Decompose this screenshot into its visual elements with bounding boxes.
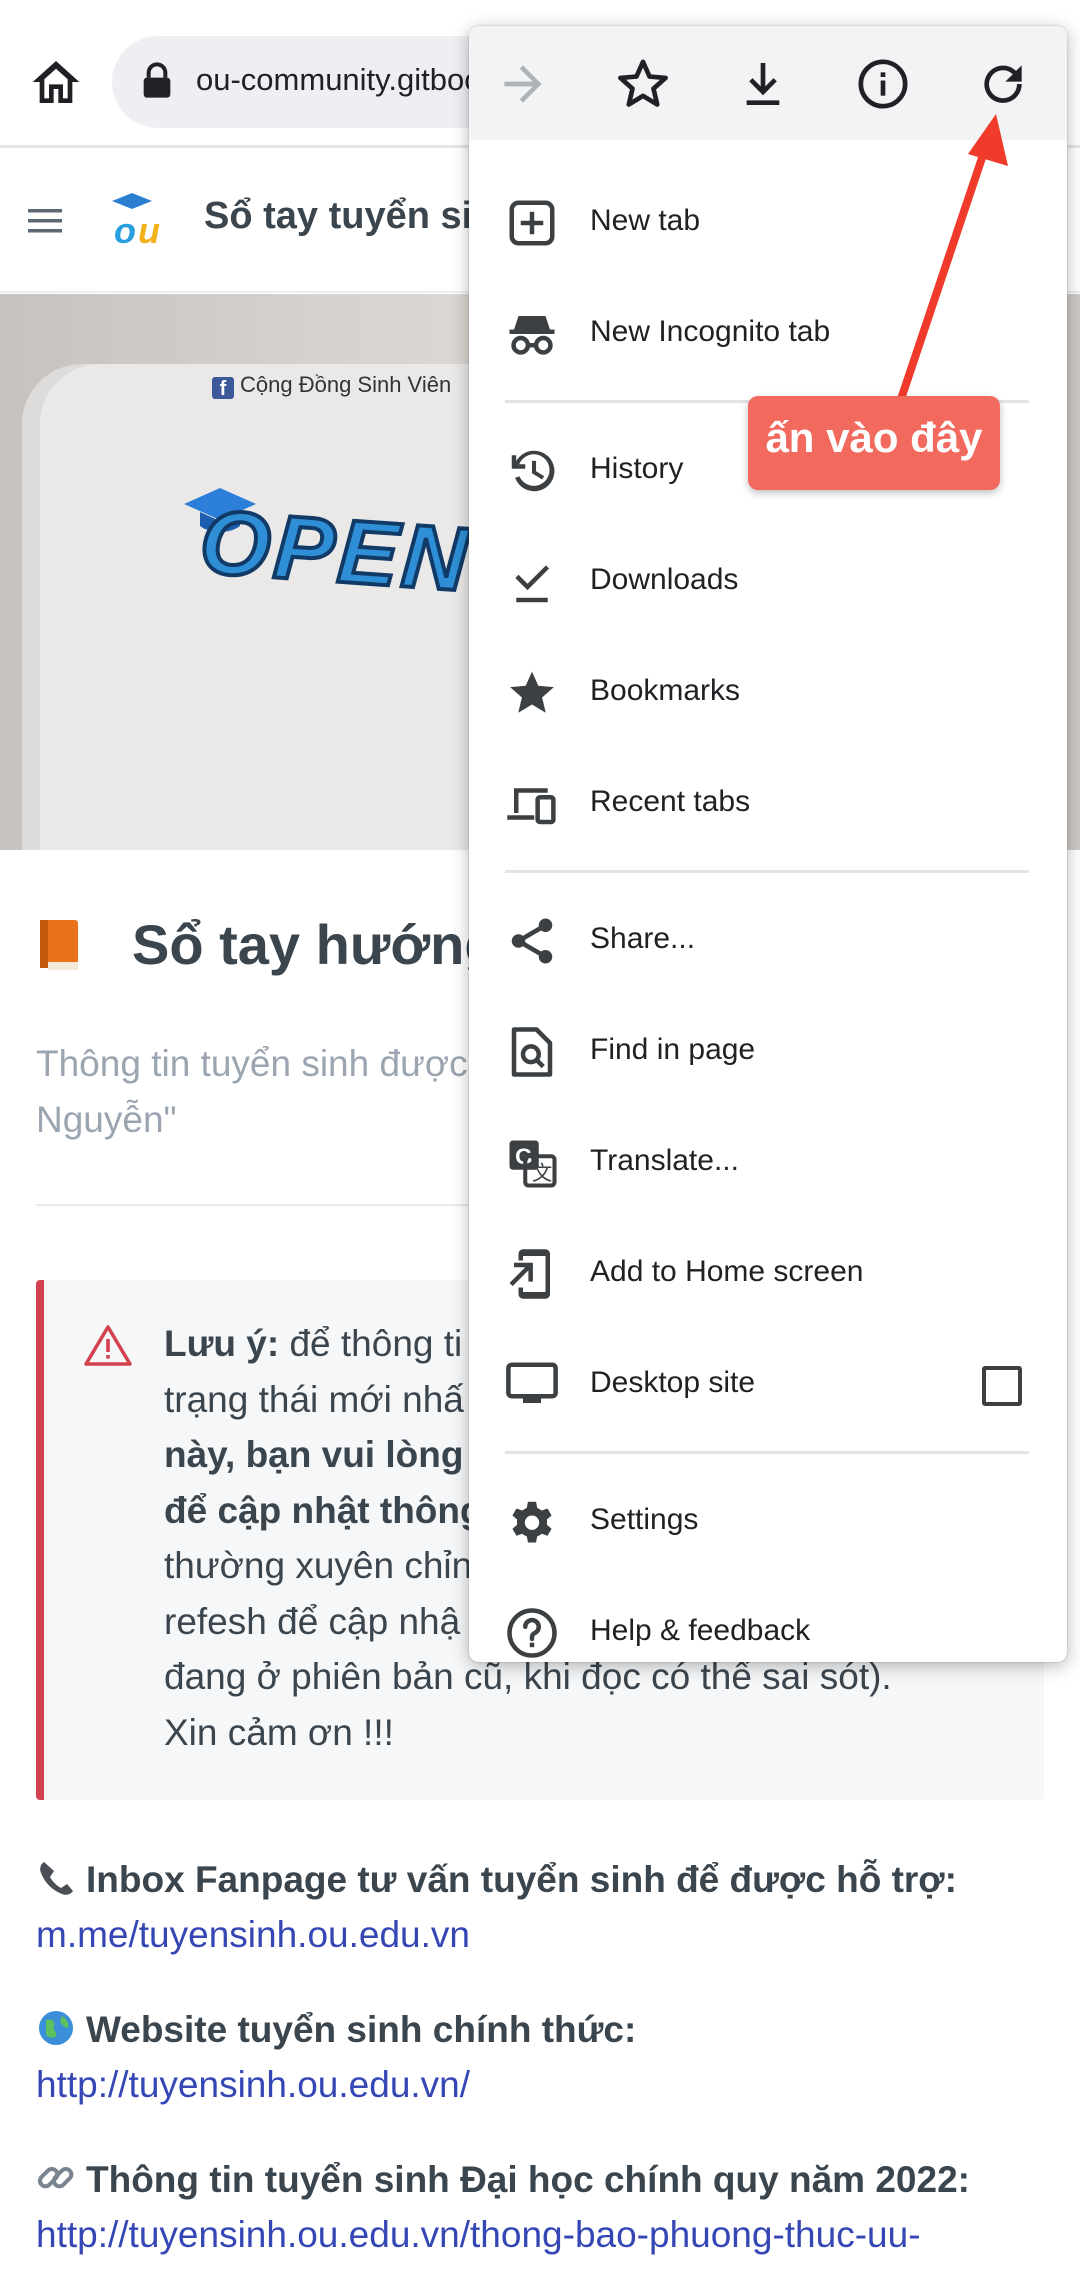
downloads-icon: [505, 555, 559, 609]
annotation-callout: ấn vào đây: [748, 396, 1000, 490]
svg-text:o: o: [114, 210, 136, 247]
admission-link[interactable]: http://tuyensinh.ou.edu.vn/thong-bao-phu…: [36, 2207, 1046, 2262]
menu-item-label: New tab: [590, 204, 701, 237]
annotation-callout-text: ấn vào đây: [765, 414, 983, 461]
info-block-website: Website tuyển sinh chính thức: http://tu…: [36, 2002, 1046, 2112]
menu-item-settings[interactable]: Settings: [469, 1467, 1067, 1577]
menu-item-label: New Incognito tab: [590, 315, 831, 348]
menu-item-recent-tabs[interactable]: Recent tabs: [469, 749, 1067, 859]
menu-item-label: Recent tabs: [590, 785, 751, 818]
warning-label: Lưu ý:: [164, 1323, 280, 1364]
info-block-fanpage: Inbox Fanpage tư vấn tuyển sinh để được …: [36, 1852, 1046, 1962]
recent-tabs-icon: [505, 777, 559, 831]
menu-item-bookmarks[interactable]: Bookmarks: [469, 638, 1067, 748]
fanpage-link[interactable]: m.me/tuyensinh.ou.edu.vn: [36, 1907, 1046, 1962]
alert-line: để thông ti: [279, 1323, 463, 1364]
add-to-home-icon: [505, 1247, 559, 1301]
menu-item-downloads[interactable]: Downloads: [469, 527, 1067, 637]
translate-icon: G文: [505, 1136, 559, 1190]
share-icon: [505, 914, 559, 968]
incognito-icon: [505, 307, 559, 361]
menu-item-label: Settings: [590, 1503, 699, 1536]
menu-item-add-to-home-screen[interactable]: Add to Home screen: [469, 1219, 1067, 1329]
menu-item-label: Share...: [590, 922, 696, 955]
alert-bold-line: để cập nhật thông: [164, 1489, 483, 1531]
globe-icon: [36, 2008, 76, 2048]
desktop-icon: [505, 1358, 559, 1412]
menu-item-share[interactable]: Share...: [469, 886, 1067, 996]
menu-item-label: Translate...: [590, 1144, 739, 1177]
info-block-admission: Thông tin tuyển sinh Đại học chính quy n…: [36, 2152, 1046, 2262]
annotation-arrow: [880, 100, 1030, 420]
history-icon: [505, 444, 559, 498]
menu-item-help-feedback[interactable]: Help & feedback: [469, 1578, 1067, 1662]
menu-item-label: Find in page: [590, 1033, 756, 1066]
lock-icon: [142, 62, 178, 102]
settings-icon: [505, 1495, 559, 1549]
menu-item-find-in-page[interactable]: Find in page: [469, 997, 1067, 1107]
menu-divider: [505, 1451, 1029, 1454]
new-tab-icon: [505, 196, 559, 250]
menu-item-desktop-site[interactable]: Desktop site: [469, 1330, 1067, 1440]
website-link[interactable]: http://tuyensinh.ou.edu.vn/: [36, 2057, 1046, 2112]
svg-text:文: 文: [532, 1161, 552, 1185]
menu-item-label: Help & feedback: [590, 1614, 811, 1647]
menu-divider: [505, 870, 1029, 873]
alert-line: Xin cảm ơn !!!: [164, 1711, 394, 1753]
menu-item-translate[interactable]: G文 Translate...: [469, 1108, 1067, 1218]
download-icon[interactable]: [735, 56, 791, 112]
menu-item-label: Add to Home screen: [590, 1255, 864, 1288]
menu-item-label: Downloads: [590, 563, 739, 596]
link-icon: [36, 2158, 76, 2198]
cover-facebook-caption: f Cộng Đồng Sinh Viên: [212, 372, 451, 400]
desktop-site-checkbox[interactable]: [982, 1366, 1022, 1406]
phone-icon: [36, 1858, 76, 1898]
find-in-page-icon: [505, 1025, 559, 1079]
menu-item-label: Bookmarks: [590, 674, 741, 707]
hamburger-menu-icon[interactable]: [26, 203, 66, 239]
bookmark-star-icon[interactable]: [615, 56, 671, 112]
help-icon: [505, 1606, 559, 1660]
facebook-icon: f: [212, 377, 234, 400]
alert-bold-line: này, bạn vui lòng: [164, 1434, 464, 1475]
info-heading: Thông tin tuyển sinh Đại học chính quy n…: [36, 2152, 1046, 2207]
info-heading: Inbox Fanpage tư vấn tuyển sinh để được …: [36, 1852, 1046, 1907]
page-title: Sổ tay hướng: [132, 913, 499, 976]
home-icon[interactable]: [28, 54, 84, 110]
info-heading: Website tuyển sinh chính thức:: [36, 2002, 1046, 2057]
site-logo[interactable]: o u: [108, 191, 172, 247]
bookmarks-icon: [505, 666, 559, 720]
menu-item-label: History: [590, 452, 684, 485]
menu-item-label: Desktop site: [590, 1366, 756, 1399]
book-icon: [36, 918, 82, 972]
warning-icon: [84, 1324, 132, 1366]
forward-icon[interactable]: [495, 56, 551, 112]
svg-text:u: u: [138, 210, 160, 247]
